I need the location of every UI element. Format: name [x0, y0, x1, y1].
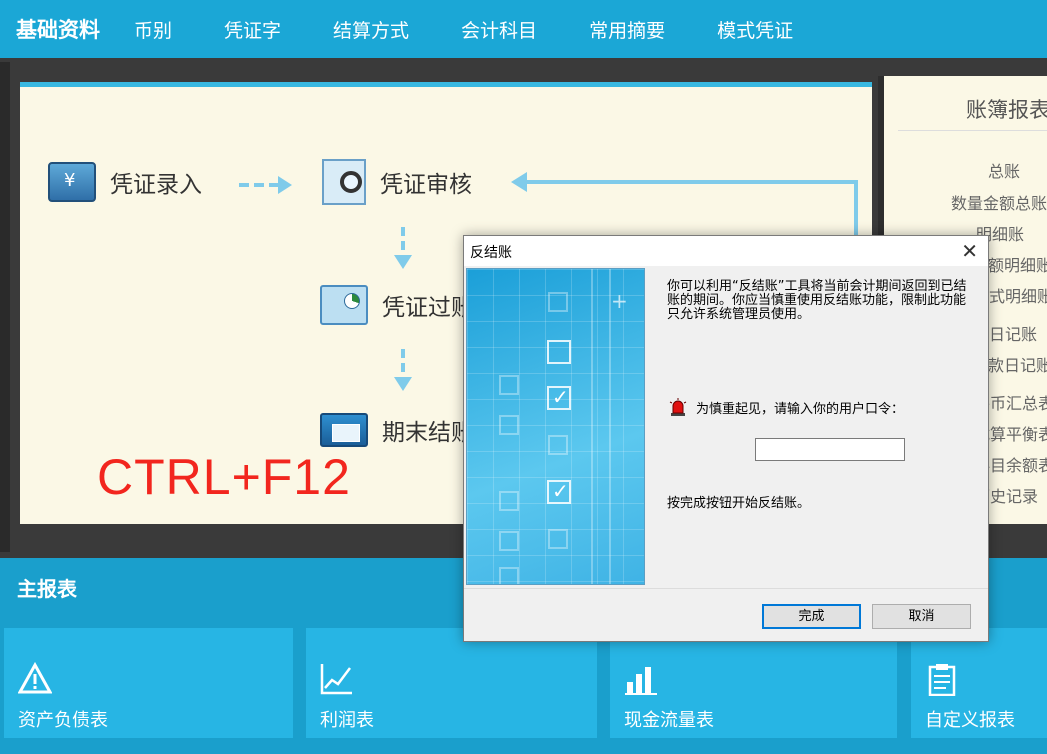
nav-item-voucher-word[interactable]: 凭证字 — [224, 16, 281, 43]
clipboard-icon — [928, 664, 956, 696]
magnifier-icon — [322, 159, 366, 205]
warning-triangle-icon — [18, 662, 52, 694]
dialog-hint: 按完成按钮开始反结账。 — [667, 496, 811, 511]
flow-voucher-entry[interactable]: 凭证录入 — [48, 162, 202, 202]
nav-item-currency[interactable]: 币别 — [134, 16, 172, 43]
card-icon — [320, 413, 368, 447]
monitor-chart-icon — [320, 285, 368, 325]
divider — [898, 130, 1047, 131]
top-nav: 基础资料 币别 凭证字 结算方式 会计科目 常用摘要 模式凭证 — [0, 0, 1047, 58]
flow-period-close-label: 期末结账 — [382, 420, 474, 446]
flow-voucher-audit-label: 凭证审核 — [380, 172, 472, 198]
flow-voucher-post-label: 凭证过账 — [382, 295, 474, 321]
tile-label: 利润表 — [320, 710, 374, 731]
flow-period-close[interactable]: 期末结账 — [320, 413, 474, 447]
main-reports-title: 主报表 — [17, 577, 77, 601]
nav-item-summary[interactable]: 常用摘要 — [589, 16, 665, 43]
arrow-audit-to-post — [401, 227, 405, 255]
bar-chart-icon — [625, 667, 657, 695]
voucher-icon — [48, 162, 96, 202]
flow-voucher-entry-label: 凭证录入 — [110, 172, 202, 198]
reverse-closing-dialog: 反结账 ✕ + 你可以利用“反结账”工具将当前会计期间返回到已结账的期间。你应当… — [463, 235, 989, 642]
dialog-titlebar[interactable]: 反结账 ✕ — [464, 236, 988, 266]
line-chart-icon — [320, 664, 352, 695]
tile-label: 资产负债表 — [18, 710, 108, 731]
arrow-entry-to-audit — [239, 183, 279, 187]
dialog-message: 你可以利用“反结账”工具将当前会计期间返回到已结账的期间。你应当慎重使用反结账功… — [667, 279, 967, 322]
dialog-illustration: + — [466, 268, 645, 585]
flow-voucher-audit[interactable]: 凭证审核 — [322, 159, 472, 205]
flow-voucher-post[interactable]: 凭证过账 — [320, 285, 474, 325]
password-prompt: 为慎重起见，请输入你的用户口令： — [696, 402, 905, 417]
close-icon[interactable]: ✕ — [961, 239, 978, 263]
bezel-strip — [0, 62, 10, 552]
tile-income-statement[interactable]: 利润表 — [306, 628, 597, 738]
arrow-head — [394, 377, 412, 391]
alarm-light-icon — [669, 398, 687, 416]
nav-item-accounts[interactable]: 会计科目 — [461, 16, 537, 43]
report-panel-title: 账簿报表 — [966, 98, 1047, 122]
arrow-head — [394, 255, 412, 269]
finish-button[interactable]: 完成 — [762, 604, 861, 629]
tile-cash-flow[interactable]: 现金流量表 — [610, 628, 897, 738]
dialog-title: 反结账 — [470, 245, 512, 261]
nav-item-template-voucher[interactable]: 模式凭证 — [717, 16, 793, 43]
password-input[interactable] — [755, 438, 905, 461]
arrow-post-to-close — [401, 349, 405, 377]
arrow-return-to-audit — [526, 180, 858, 184]
report-link[interactable]: 总账 — [988, 158, 1020, 182]
arrow-head — [278, 176, 292, 194]
nav-brand[interactable]: 基础资料 — [16, 14, 100, 44]
tile-label: 自定义报表 — [925, 710, 1015, 731]
shortcut-annotation: CTRL+F12 — [97, 449, 351, 505]
tile-balance-sheet[interactable]: 资产负债表 — [4, 628, 293, 738]
report-link[interactable]: 数量金额总账 — [951, 190, 1047, 214]
cancel-button[interactable]: 取消 — [872, 604, 971, 629]
tile-custom-report[interactable]: 自定义报表 — [911, 628, 1047, 738]
nav-item-settlement[interactable]: 结算方式 — [333, 16, 409, 43]
arrow-head — [511, 172, 527, 192]
tile-label: 现金流量表 — [624, 710, 714, 731]
